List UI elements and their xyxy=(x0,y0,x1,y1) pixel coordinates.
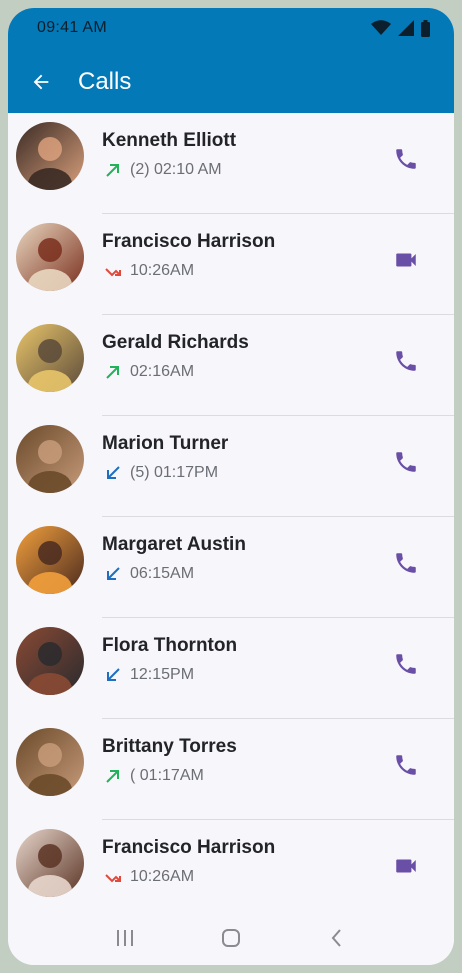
call-time: 06:15AM xyxy=(130,565,195,582)
missed-call-icon xyxy=(104,868,122,886)
call-time: 10:26AM xyxy=(130,262,195,279)
video-call-button[interactable] xyxy=(388,242,424,278)
phone-icon xyxy=(396,654,416,674)
phone-screen: 09:41 AM Calls Kenneth Elliott (2) 02:10… xyxy=(8,8,454,965)
outgoing-call-icon xyxy=(104,767,122,785)
call-time: 12:15PM xyxy=(130,666,195,683)
contact-name: Margaret Austin xyxy=(102,534,246,555)
outgoing-call-icon xyxy=(104,161,122,179)
video-icon xyxy=(396,253,416,267)
home-icon xyxy=(222,928,240,947)
call-list-item[interactable]: Kenneth Elliott (2) 02:10 AM xyxy=(8,113,454,214)
voice-call-button[interactable] xyxy=(388,141,424,177)
contact-name: Gerald Richards xyxy=(102,332,249,353)
avatar[interactable] xyxy=(16,627,84,695)
status-time: 09:41 AM xyxy=(37,19,108,36)
phone-icon xyxy=(396,149,416,169)
call-meta: 06:15AM xyxy=(104,565,194,583)
call-time: 10:26AM xyxy=(130,868,195,885)
incoming-call-icon xyxy=(104,565,122,583)
avatar[interactable] xyxy=(16,324,84,392)
nav-back-icon xyxy=(331,928,341,947)
call-meta: 10:26AM xyxy=(104,868,194,886)
avatar-image xyxy=(16,728,84,796)
voice-call-button[interactable] xyxy=(388,646,424,682)
voice-call-button[interactable] xyxy=(388,747,424,783)
call-meta: (2) 02:10 AM xyxy=(104,161,222,179)
call-time: (2) 02:10 AM xyxy=(130,161,222,178)
voice-call-button[interactable] xyxy=(388,343,424,379)
avatar-image xyxy=(16,627,84,695)
wifi-icon xyxy=(371,20,391,35)
home-button[interactable] xyxy=(211,918,251,958)
video-call-button[interactable] xyxy=(388,848,424,884)
call-meta: ( 01:17AM xyxy=(104,767,204,785)
voice-call-button[interactable] xyxy=(388,545,424,581)
recents-icon xyxy=(117,929,133,946)
status-bar: 09:41 AM xyxy=(8,8,454,48)
call-meta: (5) 01:17PM xyxy=(104,464,218,482)
avatar[interactable] xyxy=(16,829,84,897)
contact-name: Flora Thornton xyxy=(102,635,238,656)
nav-back-button[interactable] xyxy=(317,918,357,958)
avatar[interactable] xyxy=(16,425,84,493)
voice-call-button[interactable] xyxy=(388,444,424,480)
avatar-image xyxy=(16,526,84,594)
call-list-item[interactable]: Flora Thornton 12:15PM xyxy=(8,618,454,719)
contact-name: Francisco Harrison xyxy=(102,837,276,858)
avatar[interactable] xyxy=(16,223,84,291)
signal-icon xyxy=(398,20,414,36)
call-list: Kenneth Elliott (2) 02:10 AM Francisco Har… xyxy=(8,113,454,921)
incoming-call-icon xyxy=(104,666,122,684)
page-title: Calls xyxy=(78,68,132,95)
contact-name: Brittany Torres xyxy=(102,736,237,757)
back-button[interactable] xyxy=(21,62,61,102)
call-list-item[interactable]: Margaret Austin 06:15AM xyxy=(8,517,454,618)
video-icon xyxy=(396,859,416,873)
phone-icon xyxy=(396,755,416,775)
avatar-image xyxy=(16,829,84,897)
avatar-image xyxy=(16,425,84,493)
call-list-item[interactable]: Francisco Harrison 10:26AM xyxy=(8,820,454,921)
system-nav-bar xyxy=(8,910,454,965)
avatar[interactable] xyxy=(16,122,84,190)
incoming-call-icon xyxy=(104,464,122,482)
avatar-image xyxy=(16,122,84,190)
contact-name: Francisco Harrison xyxy=(102,231,276,252)
call-list-item[interactable]: Brittany Torres ( 01:17AM xyxy=(8,719,454,820)
call-meta: 02:16AM xyxy=(104,363,194,381)
outgoing-call-icon xyxy=(104,363,122,381)
avatar-image xyxy=(16,223,84,291)
call-time: ( 01:17AM xyxy=(130,767,204,784)
phone-icon xyxy=(396,351,416,371)
status-icons xyxy=(371,18,430,38)
phone-icon xyxy=(396,553,416,573)
call-list-item[interactable]: Francisco Harrison 10:26AM xyxy=(8,214,454,315)
call-list-item[interactable]: Gerald Richards 02:16AM xyxy=(8,315,454,416)
missed-call-icon xyxy=(104,262,122,280)
battery-icon xyxy=(421,19,430,37)
avatar-image xyxy=(16,324,84,392)
recents-button[interactable] xyxy=(105,918,145,958)
contact-name: Kenneth Elliott xyxy=(102,130,237,151)
call-meta: 10:26AM xyxy=(104,262,194,280)
arrow-left-icon xyxy=(33,74,49,90)
call-time: (5) 01:17PM xyxy=(130,464,219,481)
toolbar: Calls xyxy=(8,54,454,110)
app-bar: 09:41 AM Calls xyxy=(8,8,454,113)
phone-icon xyxy=(396,452,416,472)
contact-name: Marion Turner xyxy=(102,433,229,454)
call-list-item[interactable]: Marion Turner (5) 01:17PM xyxy=(8,416,454,517)
call-time: 02:16AM xyxy=(130,363,195,380)
avatar[interactable] xyxy=(16,526,84,594)
avatar[interactable] xyxy=(16,728,84,796)
call-meta: 12:15PM xyxy=(104,666,194,684)
